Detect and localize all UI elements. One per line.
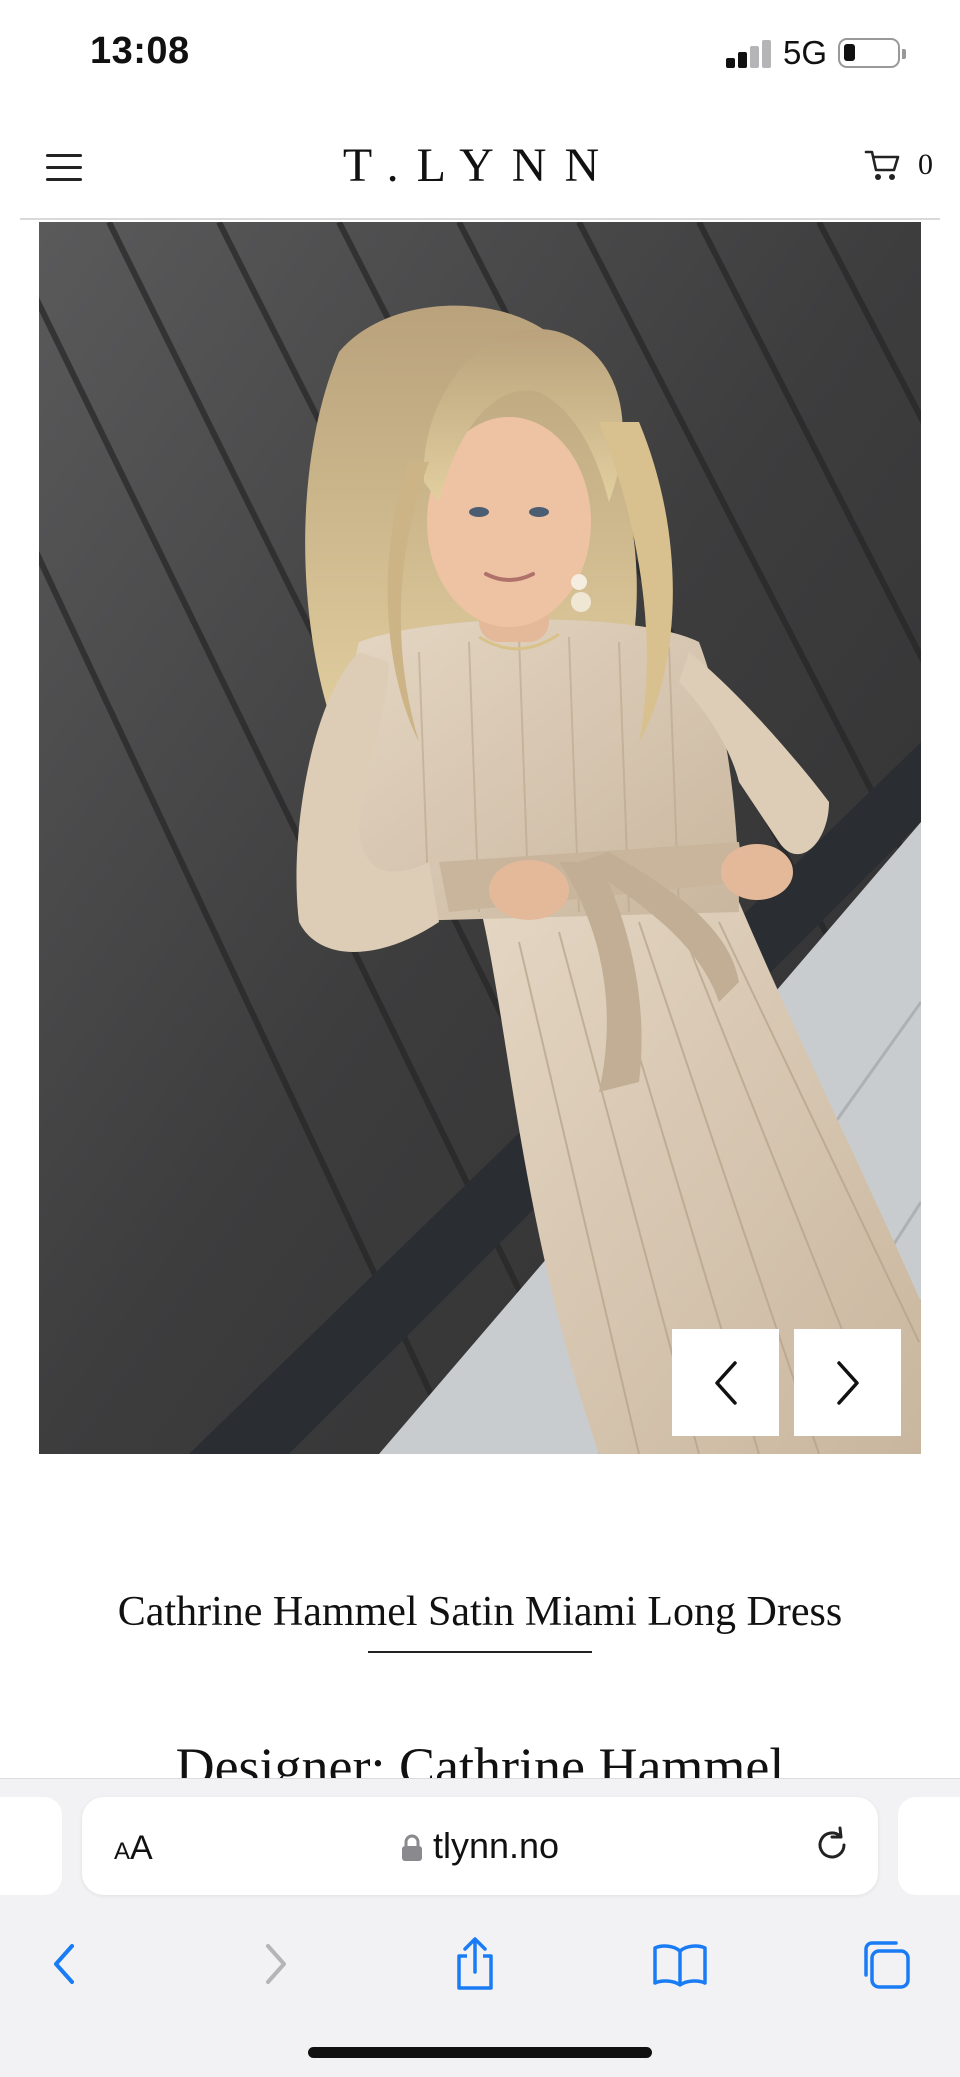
share-icon[interactable] [440,1929,510,1999]
header-divider [20,218,940,220]
next-tab-peek[interactable] [898,1797,960,1895]
browser-toolbar: AA tlynn.no [0,1778,960,2077]
reload-icon[interactable] [810,1823,854,1867]
chevron-left-icon [714,1360,737,1405]
cart-icon[interactable] [864,148,900,182]
chevron-right-icon [836,1360,859,1405]
site-logo[interactable]: T.LYNN [0,138,960,193]
signal-icon [726,40,774,68]
gallery-next-button[interactable] [794,1329,901,1436]
title-underline [368,1651,592,1653]
bookmarks-icon[interactable] [645,1929,715,1999]
battery-icon [838,38,906,68]
network-type: 5G [783,34,828,71]
url-text: tlynn.no [432,1825,560,1866]
site-header: T.LYNN 0 [0,110,960,220]
home-indicator[interactable] [308,2047,652,2058]
product-photo[interactable] [39,222,921,1454]
gallery-prev-button[interactable] [672,1329,779,1436]
status-time: 13:08 [90,30,190,72]
address-bar[interactable]: AA tlynn.no [82,1797,878,1895]
bottom-nav [0,1929,960,2009]
product-designer: Designer: Cathrine Hammel [175,1737,785,1778]
status-bar: 13:08 5G [0,0,960,110]
cart-count[interactable]: 0 [918,148,933,182]
tabs-icon[interactable] [850,1929,920,1999]
previous-tab-peek[interactable] [0,1797,62,1895]
url-display[interactable]: tlynn.no [82,1825,878,1867]
lock-icon [401,1835,422,1862]
back-icon[interactable] [30,1929,100,1999]
product-title: Cathrine Hammel Satin Miami Long Dress [117,1589,843,1635]
forward-icon[interactable] [240,1929,310,1999]
